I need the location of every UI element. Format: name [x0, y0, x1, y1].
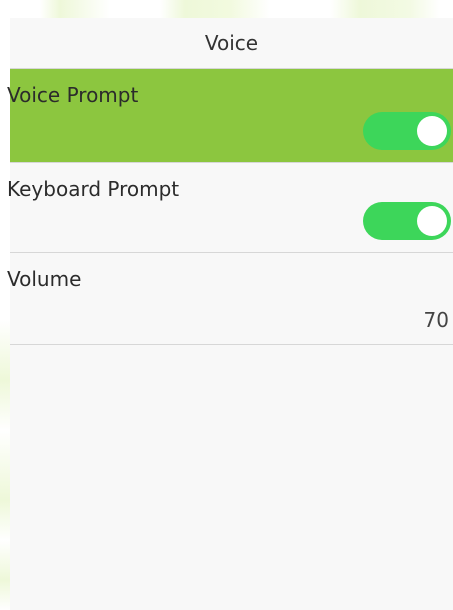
- toggle-knob: [417, 116, 447, 146]
- voice-prompt-toggle[interactable]: [363, 112, 451, 150]
- volume-item[interactable]: Volume 70: [7, 253, 453, 345]
- voice-prompt-label: Voice Prompt: [7, 83, 139, 107]
- toggle-knob: [417, 206, 447, 236]
- volume-value: 70: [423, 308, 449, 332]
- keyboard-prompt-toggle[interactable]: [363, 202, 451, 240]
- decorative-background-top: [0, 0, 453, 18]
- voice-prompt-item[interactable]: Voice Prompt: [7, 69, 453, 163]
- page-title: Voice: [10, 18, 453, 69]
- decorative-background-left: [0, 320, 10, 610]
- volume-label: Volume: [7, 267, 82, 291]
- voice-settings-screen: Voice Voice Prompt Keyboard Prompt Volum…: [7, 18, 453, 610]
- keyboard-prompt-item[interactable]: Keyboard Prompt: [7, 163, 453, 253]
- keyboard-prompt-label: Keyboard Prompt: [7, 177, 180, 201]
